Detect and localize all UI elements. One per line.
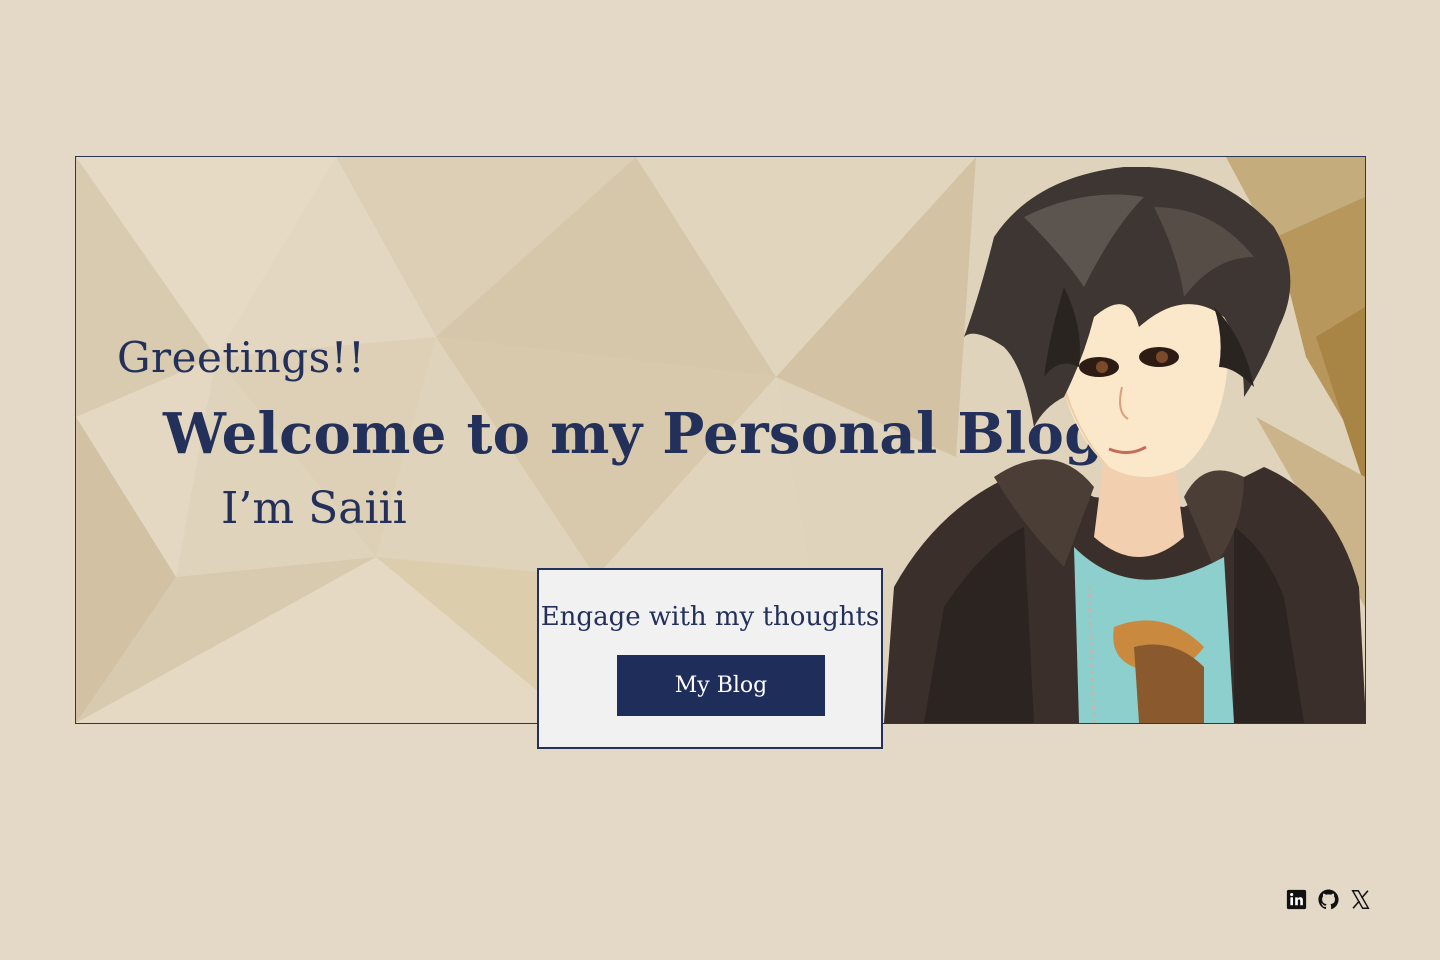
page: Greetings!! Welcome to my Personal Blog … bbox=[0, 0, 1440, 960]
my-blog-button[interactable]: My Blog bbox=[617, 655, 825, 716]
linkedin-link[interactable] bbox=[1286, 889, 1307, 910]
linkedin-icon bbox=[1286, 889, 1307, 910]
github-link[interactable] bbox=[1318, 889, 1339, 910]
cta-text: Engage with my thoughts bbox=[540, 602, 880, 632]
x-link[interactable] bbox=[1350, 889, 1371, 910]
author-name: I’m Saiii bbox=[221, 483, 407, 534]
cta-card: Engage with my thoughts My Blog bbox=[537, 568, 883, 749]
github-icon bbox=[1318, 889, 1339, 910]
social-links bbox=[1286, 889, 1371, 910]
avatar-illustration bbox=[884, 166, 1365, 723]
x-icon bbox=[1351, 890, 1370, 909]
greeting-text: Greetings!! bbox=[117, 333, 366, 382]
